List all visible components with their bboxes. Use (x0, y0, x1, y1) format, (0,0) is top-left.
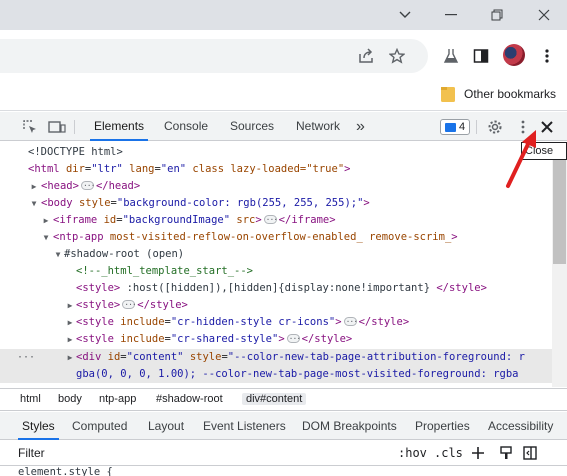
tab-properties[interactable]: Properties (415, 412, 470, 440)
collapse-triangle-icon[interactable]: ▼ (54, 246, 62, 263)
close-window-button[interactable] (521, 0, 567, 30)
breadcrumb: html body ntp-app #shadow-root div#conte… (0, 388, 567, 411)
inspect-element-icon[interactable] (20, 117, 40, 137)
crumb-div-content[interactable]: div#content (242, 393, 307, 405)
collapsed-ellipsis[interactable] (286, 330, 300, 347)
hov-toggle-button[interactable]: :hov (398, 444, 427, 462)
crumb-body[interactable]: body (58, 393, 82, 405)
profile-avatar[interactable] (503, 44, 525, 66)
expand-triangle-icon[interactable]: ▶ (66, 349, 74, 366)
tab-console[interactable]: Console (164, 112, 208, 141)
node-actions-dots[interactable]: ··· (17, 349, 35, 366)
close-tooltip: Close (521, 142, 567, 160)
crumb-ntp-app[interactable]: ntp-app (99, 393, 136, 405)
scrollbar-thumb[interactable] (553, 146, 566, 264)
expand-triangle-icon[interactable]: ▶ (66, 314, 74, 331)
crumb-shadow-root[interactable]: #shadow-root (156, 393, 223, 405)
expand-triangle-icon[interactable]: ▶ (66, 297, 74, 314)
styles-tabbar: Styles Computed Layout Event Listeners D… (0, 412, 567, 440)
collapse-triangle-icon[interactable]: ▼ (42, 229, 50, 246)
tab-network[interactable]: Network (296, 112, 340, 141)
comment-row[interactable]: <!--_html_template_start_--> (0, 263, 552, 280)
share-icon[interactable] (355, 45, 377, 67)
element-style-rule: element.style { (18, 466, 113, 476)
folder-icon (441, 87, 455, 102)
bookmark-star-icon[interactable] (386, 45, 408, 67)
devtools-tabbar: Elements Console Sources Network » 4 (0, 112, 567, 141)
style-node-row[interactable]: ▶ <style include="cr-hidden-style cr-ico… (0, 313, 552, 331)
shadow-root-row[interactable]: ▼ #shadow-root (open) (0, 246, 552, 263)
paint-brush-icon[interactable] (498, 444, 514, 462)
head-node-row[interactable]: ▶ <head></head> (0, 177, 552, 195)
collapsed-ellipsis[interactable] (343, 313, 357, 330)
styles-filter-bar: :hov .cls (0, 440, 567, 466)
labs-flask-icon[interactable] (440, 45, 462, 67)
browser-toolbar (0, 30, 567, 81)
tab-accessibility[interactable]: Accessibility (488, 412, 553, 440)
tab-elements[interactable]: Elements (89, 112, 149, 141)
collapse-triangle-icon[interactable]: ▼ (30, 195, 38, 212)
tab-computed[interactable]: Computed (72, 412, 127, 440)
elements-tree[interactable]: <!DOCTYPE html> <html dir="ltr" lang="en… (0, 142, 552, 387)
new-style-rule-icon[interactable] (470, 444, 486, 462)
tab-event-listeners[interactable]: Event Listeners (203, 412, 286, 440)
toolbar-divider (74, 120, 75, 134)
collapsed-ellipsis[interactable] (122, 296, 136, 313)
collapsed-ellipsis[interactable] (263, 211, 277, 228)
chrome-menu-icon[interactable] (536, 45, 558, 67)
expand-triangle-icon[interactable]: ▶ (42, 212, 50, 229)
iframe-node-row[interactable]: ▶ <iframe id="backgroundImage" src></ifr… (0, 211, 552, 229)
tab-layout[interactable]: Layout (148, 412, 184, 440)
close-devtools-icon[interactable] (537, 117, 557, 137)
style-node-row[interactable]: ▶ <style include="cr-shared-style"></sty… (0, 330, 552, 348)
html-node-row[interactable]: <html dir="ltr" lang="en" class lazy-loa… (0, 161, 552, 178)
style-node-row[interactable]: <style> :host([hidden]),[hidden]{display… (0, 280, 552, 297)
customize-menu-icon[interactable] (513, 117, 533, 137)
issues-badge[interactable]: 4 (440, 119, 470, 135)
side-panel-icon[interactable] (470, 45, 492, 67)
other-bookmarks-label[interactable]: Other bookmarks (464, 87, 556, 101)
toggle-sidebar-icon[interactable] (522, 444, 538, 462)
restore-button[interactable] (474, 0, 520, 30)
styles-filter-input[interactable] (18, 444, 378, 462)
settings-gear-icon[interactable] (485, 117, 505, 137)
expand-triangle-icon[interactable]: ▶ (30, 178, 38, 195)
toolbar-divider (476, 120, 477, 134)
body-node-row[interactable]: ▼ <body style="background-color: rgb(255… (0, 195, 552, 212)
tab-dom-breakpoints[interactable]: DOM Breakpoints (302, 412, 397, 440)
window-title-bar (0, 0, 567, 30)
expand-triangle-icon[interactable]: ▶ (66, 331, 74, 348)
doctype-row[interactable]: <!DOCTYPE html> (0, 144, 552, 161)
minimize-button[interactable] (428, 0, 474, 30)
collapsed-ellipsis[interactable] (80, 177, 94, 194)
selected-div-content-row[interactable]: ··· ▶ <div id="content" style="--color-n… (0, 349, 552, 383)
ntp-app-node-row[interactable]: ▼ <ntp-app most-visited-reflow-on-overfl… (0, 229, 552, 246)
tab-sources[interactable]: Sources (230, 112, 274, 141)
issues-count: 4 (458, 121, 466, 133)
crumb-html[interactable]: html (20, 393, 41, 405)
more-tabs-chevron-icon[interactable]: » (356, 112, 365, 141)
cls-toggle-button[interactable]: .cls (434, 444, 463, 462)
device-toolbar-icon[interactable] (47, 117, 67, 137)
tab-styles[interactable]: Styles (18, 412, 59, 440)
style-node-row[interactable]: ▶ <style></style> (0, 296, 552, 314)
tab-search-icon[interactable] (382, 0, 428, 30)
message-icon (444, 122, 456, 132)
